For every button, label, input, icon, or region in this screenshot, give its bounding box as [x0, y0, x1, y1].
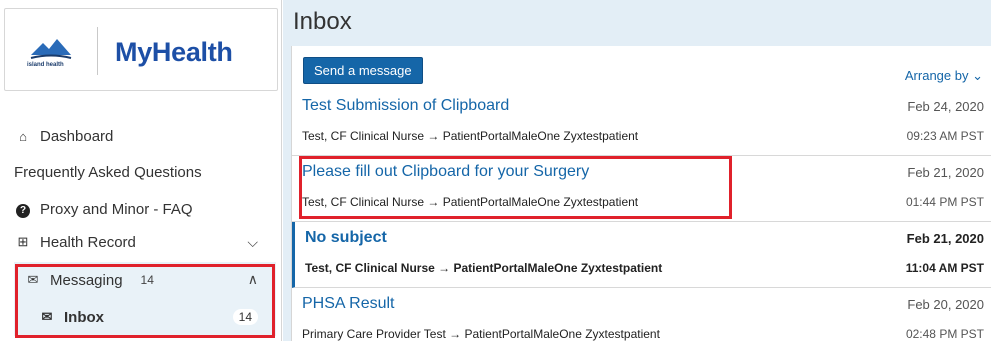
- page-title: Inbox: [293, 8, 352, 35]
- question-circle-icon: ?: [14, 201, 32, 218]
- arrange-by-dropdown[interactable]: Arrange by ⌄: [905, 68, 983, 84]
- message-subject[interactable]: No subject: [305, 229, 387, 247]
- question-glyph: ?: [16, 203, 30, 218]
- message-from: Primary Care Provider Test → PatientPort…: [302, 327, 660, 341]
- message-date: Feb 21, 2020: [906, 231, 984, 246]
- message-subject[interactable]: PHSA Result: [302, 295, 394, 313]
- message-subject[interactable]: Test Submission of Clipboard: [302, 97, 509, 115]
- app-title: MyHealth: [115, 37, 233, 67]
- message-time: 11:04 AM PST: [905, 261, 984, 275]
- message-date: Feb 24, 2020: [907, 99, 984, 114]
- sidebar-item-label: Frequently Asked Questions: [14, 163, 202, 181]
- app-window: island health MyHealth ⌂ Dashboard Frequ…: [0, 0, 991, 341]
- logo-box[interactable]: island health MyHealth: [4, 8, 278, 91]
- message-row[interactable]: PHSA Result Feb 20, 2020 Primary Care Pr…: [292, 288, 991, 341]
- sidebar-item-label: Dashboard: [40, 127, 114, 145]
- message-time: 09:23 AM PST: [906, 129, 984, 143]
- message-row[interactable]: Test Submission of Clipboard Feb 24, 202…: [292, 90, 991, 156]
- sidebar-item-proxy-faq[interactable]: ? Proxy and Minor - FAQ: [14, 197, 193, 221]
- message-from: Test, CF Clinical Nurse → PatientPortalM…: [305, 261, 663, 275]
- message-row-unread[interactable]: No subject Feb 21, 2020 Test, CF Clinica…: [292, 222, 991, 288]
- sidebar-item-label: Proxy and Minor - FAQ: [40, 200, 193, 218]
- sidebar-item-health-record[interactable]: ⊞ Health Record ⌵: [14, 230, 276, 254]
- chevron-down-icon[interactable]: ⌵: [247, 234, 258, 251]
- sidebar-item-dashboard[interactable]: ⌂ Dashboard: [14, 124, 113, 148]
- message-time: 01:44 PM PST: [905, 195, 984, 209]
- message-highlight-box: [299, 156, 732, 219]
- sidebar: island health MyHealth ⌂ Dashboard Frequ…: [0, 0, 282, 341]
- message-date: Feb 20, 2020: [907, 297, 984, 312]
- sidebar-item-faq[interactable]: Frequently Asked Questions: [14, 160, 202, 184]
- message-time: 02:48 PM PST: [905, 327, 984, 341]
- sidebar-item-label: Health Record: [40, 233, 136, 251]
- logo-small-text: island health: [27, 62, 64, 68]
- logo-divider: [97, 27, 98, 75]
- message-date: Feb 21, 2020: [907, 165, 984, 180]
- medical-record-icon: ⊞: [17, 234, 29, 249]
- messaging-highlight-box: [15, 264, 275, 338]
- send-message-button[interactable]: Send a message: [303, 57, 423, 84]
- message-from: Test, CF Clinical Nurse → PatientPortalM…: [302, 129, 639, 143]
- home-icon: ⌂: [19, 128, 27, 144]
